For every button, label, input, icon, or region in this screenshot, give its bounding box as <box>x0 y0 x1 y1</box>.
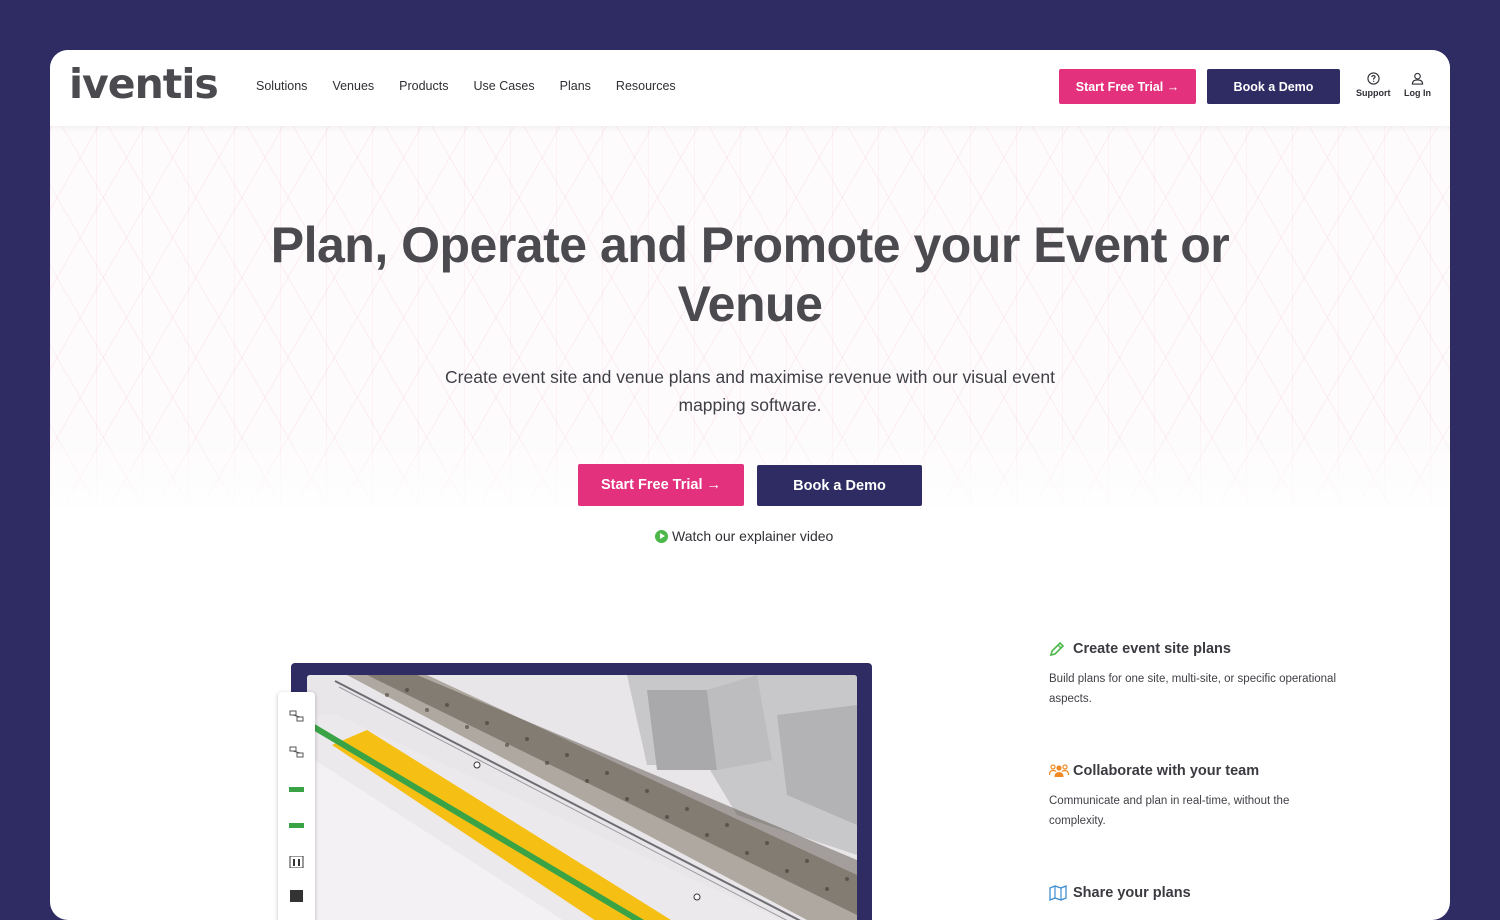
product-screenshot-frame <box>291 663 872 920</box>
user-icon <box>1411 72 1424 85</box>
watch-video-label: Watch our explainer video <box>672 528 834 544</box>
header-book-demo-button[interactable]: Book a Demo <box>1207 69 1340 104</box>
hero-fade <box>50 426 1450 526</box>
logo[interactable]: iventis <box>69 60 219 110</box>
login-link[interactable]: Log In <box>1404 72 1431 98</box>
login-label: Log In <box>1404 88 1431 98</box>
browser-window: iventis Solutions Venues Products Use Ca… <box>50 50 1450 920</box>
nav-venues[interactable]: Venues <box>332 79 374 93</box>
feature-title: Collaborate with your team <box>1073 763 1260 779</box>
sign-tool-icon[interactable] <box>289 890 304 902</box>
support-link[interactable]: Support <box>1356 72 1391 98</box>
feature-collaborate: Collaborate with your team Communicate a… <box>1049 763 1339 831</box>
toilet-sign-icon[interactable] <box>289 856 304 868</box>
feature-share: Share your plans <box>1049 885 1339 901</box>
logo-text: iventis <box>69 60 219 108</box>
main-nav: Solutions Venues Products Use Cases Plan… <box>256 79 701 93</box>
pencil-icon <box>1049 641 1069 657</box>
hero-book-demo-button[interactable]: Book a Demo <box>757 465 922 506</box>
header-start-trial-button[interactable]: Start Free Trial → <box>1059 69 1196 104</box>
map-toolbar <box>278 692 315 920</box>
nav-plans[interactable]: Plans <box>560 79 591 93</box>
feature-create: Create event site plans Build plans for … <box>1049 641 1339 709</box>
nav-use-cases[interactable]: Use Cases <box>474 79 535 93</box>
map-icon <box>1049 885 1069 901</box>
team-icon <box>1049 763 1069 779</box>
feature-description: Build plans for one site, multi-site, or… <box>1049 673 1337 705</box>
watch-video-link[interactable]: Watch our explainer video <box>655 528 833 544</box>
layer-tool-icon[interactable] <box>289 746 304 758</box>
exit-sign-icon[interactable] <box>289 820 304 832</box>
site-header: iventis Solutions Venues Products Use Ca… <box>50 50 1450 126</box>
play-circle-icon <box>655 529 668 543</box>
feature-description: Communicate and plan in real-time, witho… <box>1049 795 1290 827</box>
support-label: Support <box>1356 88 1391 98</box>
hero-subtitle: Create event site and venue plans and ma… <box>445 367 1055 415</box>
nav-solutions[interactable]: Solutions <box>256 79 307 93</box>
product-3d-map-image <box>307 675 857 920</box>
question-circle-icon <box>1367 72 1380 85</box>
exit-sign-icon[interactable] <box>289 784 304 796</box>
hero-start-trial-button[interactable]: Start Free Trial → <box>578 464 744 506</box>
nav-resources[interactable]: Resources <box>616 79 676 93</box>
nav-products[interactable]: Products <box>399 79 448 93</box>
feature-title: Share your plans <box>1073 885 1191 901</box>
feature-title: Create event site plans <box>1073 641 1231 657</box>
hero-title: Plan, Operate and Promote your Event or … <box>270 217 1230 332</box>
layer-tool-icon[interactable] <box>289 710 304 722</box>
